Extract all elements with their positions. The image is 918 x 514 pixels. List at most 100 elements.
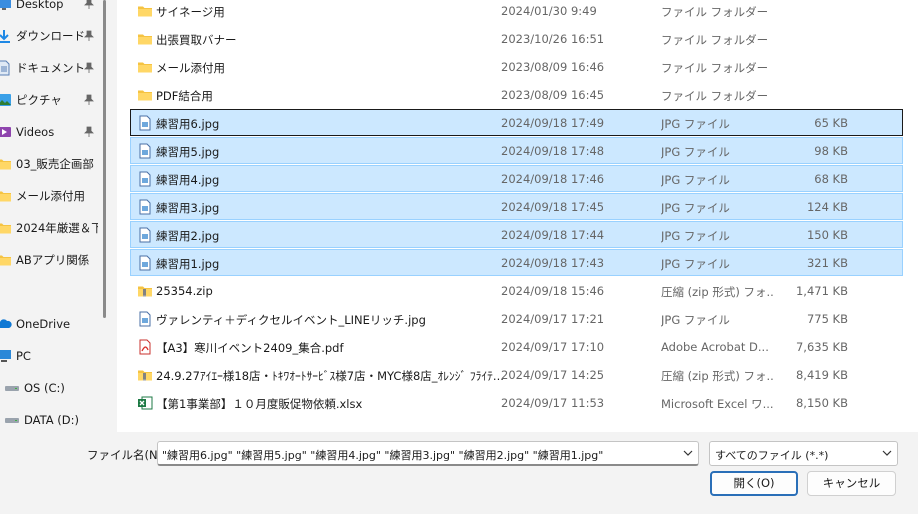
file-date: 2024/09/18 17:43	[501, 256, 605, 270]
sidebar-item-label: Videos	[16, 125, 55, 139]
pin-icon	[84, 94, 94, 106]
sidebar-item-label: OneDrive	[16, 317, 71, 331]
file-row[interactable]: 【A3】寒川イベント2409_集合.pdf 2024/09/17 17:10 Ado…	[130, 333, 903, 360]
file-row[interactable]: 出張買取バナー 2023/10/26 16:51 ファイル フォルダー	[130, 25, 903, 52]
videos-icon	[0, 124, 12, 140]
folder-icon	[137, 87, 153, 103]
folder-icon	[0, 188, 12, 204]
pin-icon	[84, 30, 94, 42]
open-button[interactable]: 開く(O)	[710, 471, 798, 496]
sidebar-item[interactable]: OS (C:)	[0, 374, 98, 402]
sidebar-item[interactable]: Videos	[0, 118, 98, 146]
sidebar-item[interactable]: 03_販売企画部	[0, 150, 98, 178]
zip-folder-icon	[137, 367, 153, 383]
file-name: 練習用4.jpg	[156, 173, 220, 187]
file-row[interactable]: PDF結合用 2023/08/09 16:45 ファイル フォルダー	[130, 81, 903, 108]
sidebar-item-label: ピクチャ	[16, 93, 62, 107]
file-size: 65 KB	[814, 116, 848, 130]
filetype-value[interactable]: すべてのファイル (*.*)	[715, 447, 828, 463]
sidebar-item[interactable]: Desktop	[0, 0, 98, 18]
sidebar-item-label: ダウンロード	[16, 29, 85, 43]
filename-label: ファイル名(N):	[87, 448, 166, 462]
file-date: 2024/09/18 17:48	[501, 144, 605, 158]
sidebar-item[interactable]: 2024年厳選＆下	[0, 214, 98, 242]
sidebar-item[interactable]: PC	[0, 342, 98, 370]
file-date: 2024/09/18 15:46	[501, 284, 605, 298]
file-size: 775 KB	[806, 312, 848, 326]
zip-folder-icon	[137, 283, 153, 299]
file-type: ファイル フォルダー	[661, 33, 769, 47]
file-row[interactable]: メール添付用 2023/08/09 16:46 ファイル フォルダー	[130, 53, 903, 80]
image-file-icon	[137, 227, 153, 243]
folder-icon	[0, 156, 12, 172]
file-row[interactable]: 24.9.27ｱｲｴｰ様18店・ﾄｷﾜｵｰﾄｻｰﾋﾞｽ様7店・MYC様8店_ｵﾚ…	[130, 361, 903, 388]
file-row[interactable]: ヴァレンティ＋ディクセルイベント_LINEリッチ.jpg 2024/09/17 1…	[130, 305, 903, 332]
file-type: Microsoft Excel ワ...	[661, 397, 773, 411]
filename-value[interactable]: "練習用6.jpg" "練習用5.jpg" "練習用4.jpg" "練習用3.j…	[162, 447, 603, 463]
sidebar-item-label: ABアプリ関係	[16, 253, 90, 267]
file-date: 2023/10/26 16:51	[501, 32, 605, 46]
file-type: JPG ファイル	[661, 229, 730, 243]
pictures-icon	[0, 92, 12, 108]
file-type: Adobe Acrobat D...	[661, 340, 769, 354]
pc-icon	[0, 348, 12, 364]
sidebar-item[interactable]: ドキュメント	[0, 54, 98, 82]
filename-input[interactable]: "練習用6.jpg" "練習用5.jpg" "練習用4.jpg" "練習用3.j…	[157, 441, 699, 466]
file-name: 【A3】寒川イベント2409_集合.pdf	[156, 341, 344, 355]
sidebar-item-label: DATA (D:)	[24, 413, 79, 427]
file-name: 出張買取バナー	[156, 33, 237, 47]
drive-icon	[4, 380, 20, 396]
file-row[interactable]: 練習用1.jpg 2024/09/18 17:43 JPG ファイル 321 KB	[130, 249, 903, 276]
file-date: 2024/09/18 17:46	[501, 172, 605, 186]
file-type: ファイル フォルダー	[661, 5, 769, 19]
file-date: 2024/09/17 11:53	[501, 396, 605, 410]
sidebar-item-label: PC	[16, 349, 31, 363]
file-name: メール添付用	[156, 61, 225, 75]
cancel-button[interactable]: キャンセル	[807, 471, 896, 496]
image-file-icon	[137, 199, 153, 215]
file-row[interactable]: 【第1事業部】１０月度販促物依頼.xlsx 2024/09/17 11:53 Mic…	[130, 389, 903, 416]
file-type: JPG ファイル	[661, 117, 730, 131]
pin-icon	[84, 62, 94, 74]
navigation-scrollbar-thumb[interactable]	[103, 0, 106, 318]
file-list-scrollbar[interactable]	[904, 0, 918, 432]
sidebar-item[interactable]: ダウンロード	[0, 22, 98, 50]
file-type: JPG ファイル	[661, 201, 730, 215]
folder-icon	[0, 220, 12, 236]
file-name: 練習用3.jpg	[156, 201, 220, 215]
chevron-down-icon[interactable]	[682, 448, 694, 458]
file-name: 【第1事業部】１０月度販促物依頼.xlsx	[156, 397, 363, 411]
sidebar-item[interactable]: ABアプリ関係	[0, 246, 98, 274]
file-row[interactable]: 25354.zip 2024/09/18 15:46 圧縮 (zip 形式) フォ.…	[130, 277, 903, 304]
sidebar-item-label: ドキュメント	[16, 61, 85, 75]
pdf-icon	[137, 339, 153, 355]
folder-icon	[137, 59, 153, 75]
file-row[interactable]: サイネージ用 2024/01/30 9:49 ファイル フォルダー	[130, 0, 903, 24]
pin-icon	[84, 126, 94, 138]
sidebar-item-label: メール添付用	[16, 189, 85, 203]
filetype-select[interactable]: すべてのファイル (*.*)	[709, 441, 898, 466]
file-date: 2024/01/30 9:49	[501, 4, 597, 18]
sidebar-item[interactable]: OneDrive	[0, 310, 98, 338]
image-file-icon	[137, 143, 153, 159]
file-date: 2024/09/17 17:10	[501, 340, 605, 354]
sidebar-item[interactable]: ピクチャ	[0, 86, 98, 114]
file-size: 98 KB	[814, 144, 848, 158]
folder-icon	[137, 3, 153, 19]
file-type: 圧縮 (zip 形式) フォ...	[661, 369, 773, 383]
file-type: ファイル フォルダー	[661, 89, 769, 103]
file-row[interactable]: 練習用6.jpg 2024/09/18 17:49 JPG ファイル 65 KB	[130, 109, 903, 136]
file-row[interactable]: 練習用2.jpg 2024/09/18 17:44 JPG ファイル 150 KB	[130, 221, 903, 248]
image-file-icon	[137, 255, 153, 271]
sidebar-item[interactable]: DATA (D:)	[0, 406, 98, 432]
file-size: 150 KB	[806, 228, 848, 242]
file-row[interactable]: 練習用5.jpg 2024/09/18 17:48 JPG ファイル 98 KB	[130, 137, 903, 164]
file-row[interactable]: 練習用4.jpg 2024/09/18 17:46 JPG ファイル 68 KB	[130, 165, 903, 192]
excel-icon	[137, 395, 153, 411]
chevron-down-icon[interactable]	[881, 448, 893, 458]
sidebar-item-label: OS (C:)	[24, 381, 65, 395]
sidebar-item[interactable]: メール添付用	[0, 182, 98, 210]
file-date: 2023/08/09 16:46	[501, 60, 605, 74]
file-row[interactable]: 練習用3.jpg 2024/09/18 17:45 JPG ファイル 124 KB	[130, 193, 903, 220]
file-name: 練習用2.jpg	[156, 229, 220, 243]
